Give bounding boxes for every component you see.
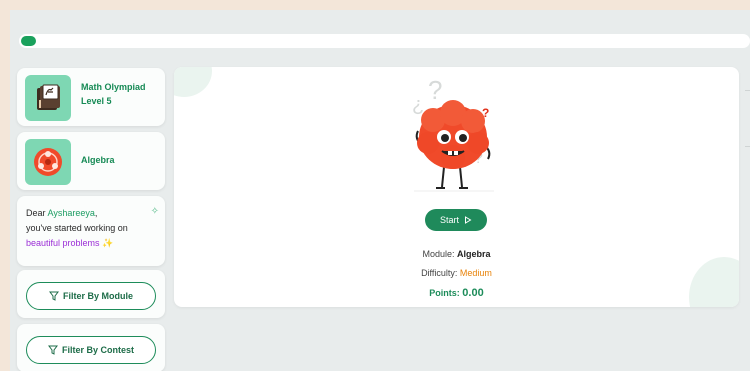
difficulty-label: Difficulty: [421, 268, 458, 278]
module-detail-card: ¿ ? ? ? Start Module: Algebra Difficulty… [174, 67, 739, 307]
filter-by-contest-button[interactable]: Filter By Contest [26, 336, 156, 364]
user-name: Ayshareeya [47, 208, 95, 218]
greeting-comma: , [94, 208, 98, 218]
difficulty-info: Difficulty: Medium [174, 268, 739, 278]
difficulty-value: Medium [459, 268, 492, 278]
greeting-line-3: beautiful problems ✨ [26, 236, 156, 251]
start-label: Start [439, 215, 459, 225]
points-info: Points: 0.00 [174, 287, 739, 299]
filter-icon [47, 345, 58, 355]
module-label: Algebra [81, 155, 115, 165]
app-window: Math Olympiad Level 5 Algebra ✧ Dear Ays… [10, 10, 750, 371]
filter-icon [48, 291, 59, 301]
filter-by-module-button[interactable]: Filter By Module [26, 282, 156, 310]
sparkle-icon: ✧ [150, 206, 159, 217]
scroll-edge-markers [745, 90, 750, 180]
start-button[interactable]: Start [425, 209, 487, 231]
progress-fill [21, 36, 36, 46]
book-icon [25, 75, 71, 121]
svg-text:?: ? [428, 75, 442, 105]
greeting-dear: Dear [26, 208, 48, 218]
filter-module-card: Filter By Module [17, 270, 165, 318]
brain-mascot-icon: ¿ ? ? ? [412, 75, 494, 192]
filter-label: Filter By Module [62, 291, 133, 301]
atom-icon [25, 139, 71, 185]
filter-label: Filter By Contest [61, 345, 134, 355]
play-icon [465, 216, 472, 224]
module-label: Math Olympiad Level 5 [81, 82, 146, 106]
decorative-blob [689, 257, 739, 307]
greeting-highlight: beautiful problems [26, 238, 100, 248]
points-value: 0.00 [462, 287, 484, 299]
module-info: Module: Algebra [174, 249, 739, 259]
module-info-label: Module: [422, 249, 455, 259]
module-info-value: Algebra [457, 249, 491, 259]
module-card-math-olympiad[interactable]: Math Olympiad Level 5 [17, 68, 165, 126]
sparkle-emoji: ✨ [102, 238, 114, 248]
greeting-line-1: Dear Ayshareeya, [26, 206, 156, 221]
decorative-blob [174, 67, 212, 97]
points-label: Points: [429, 288, 460, 298]
greeting-line-2: you've started working on [26, 223, 128, 233]
progress-bar [19, 34, 750, 48]
greeting-card: ✧ Dear Ayshareeya, you've started workin… [17, 196, 165, 266]
filter-contest-card: Filter By Contest [17, 324, 165, 371]
svg-text:¿: ¿ [412, 94, 424, 116]
module-card-algebra[interactable]: Algebra [17, 132, 165, 190]
